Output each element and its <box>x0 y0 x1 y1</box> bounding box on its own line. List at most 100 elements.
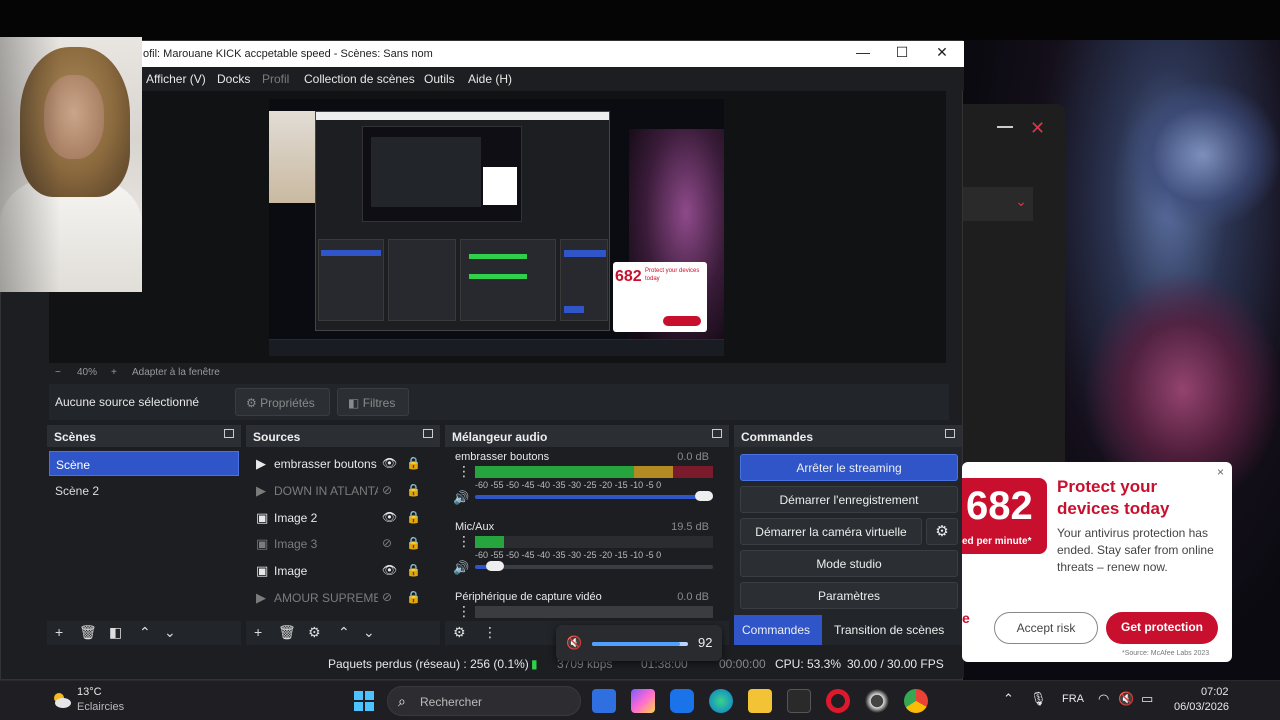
lock-icon[interactable]: 🔒 <box>406 510 421 524</box>
get-protection-button[interactable]: Get protection <box>1106 612 1218 644</box>
chevron-up-icon[interactable]: ⌃ <box>139 624 151 641</box>
weather-icon[interactable] <box>50 689 72 711</box>
scene-item[interactable]: Scène 2 <box>49 478 239 503</box>
microphone-icon[interactable]: 🎙 <box>1030 691 1047 707</box>
chevron-up-icon[interactable]: ⌃ <box>1003 691 1014 707</box>
menu-tools[interactable]: Outils <box>424 72 455 86</box>
start-recording-button[interactable]: Démarrer l'enregistrement <box>740 486 958 513</box>
lock-icon[interactable]: 🔒 <box>406 536 421 550</box>
stop-streaming-button[interactable]: Arrêter le streaming <box>740 454 958 481</box>
gear-icon[interactable]: ⚙ <box>453 624 466 641</box>
system-volume-slider[interactable] <box>592 642 688 646</box>
gear-icon[interactable]: ⚙ <box>308 624 321 641</box>
background-window[interactable]: ✕ ⌄ <box>963 104 1065 464</box>
battery-icon[interactable]: ▭ <box>1141 691 1153 707</box>
file-explorer-icon[interactable] <box>748 689 772 713</box>
opera-icon[interactable] <box>826 689 850 713</box>
tab-scene-transitions[interactable]: Transition de scènes <box>826 615 962 645</box>
speaker-icon[interactable]: 🔊 <box>453 560 469 576</box>
weather-temp[interactable]: 13°C <box>77 686 102 698</box>
chrome-icon[interactable] <box>904 689 928 713</box>
minimize-button[interactable]: — <box>843 44 883 60</box>
bg-close-icon[interactable]: ✕ <box>1030 118 1045 139</box>
trash-icon[interactable]: 🗑 <box>278 624 296 641</box>
scene-item[interactable]: Scène <box>49 451 239 476</box>
tab-commands[interactable]: Commandes <box>734 615 822 645</box>
weather-desc[interactable]: Eclaircies <box>77 701 124 713</box>
stocks-icon[interactable] <box>787 689 811 713</box>
accept-risk-button[interactable]: Accept risk <box>994 612 1098 644</box>
volume-slider[interactable] <box>475 491 713 501</box>
copilot-icon[interactable] <box>631 689 655 713</box>
lock-icon[interactable]: 🔒 <box>406 456 421 470</box>
slider-knob[interactable] <box>485 561 504 571</box>
chevron-down-icon[interactable]: ⌄ <box>363 624 375 641</box>
source-item[interactable]: ▣ Image 👁 🔒 <box>246 558 426 584</box>
source-item[interactable]: ▶ AMOUR SUPREME ⊘ 🔒 <box>246 585 426 611</box>
source-item[interactable]: ▣ Image 3 ⊘ 🔒 <box>246 531 426 557</box>
speaker-mute-icon[interactable]: 🔇 <box>1118 691 1134 707</box>
close-button[interactable]: ✕ <box>922 44 962 61</box>
source-item[interactable]: ▣ Image 2 👁 🔒 <box>246 505 426 531</box>
slider-knob[interactable] <box>695 491 713 501</box>
chevron-up-icon[interactable]: ⌃ <box>338 624 350 641</box>
maximize-button[interactable]: ☐ <box>882 44 922 61</box>
undock-icon[interactable] <box>423 429 433 438</box>
undock-icon[interactable] <box>945 429 955 438</box>
wifi-icon[interactable]: ◠ <box>1098 691 1109 707</box>
menu-help[interactable]: Aide (H) <box>468 72 512 86</box>
outlook-icon[interactable] <box>670 689 694 713</box>
lock-icon[interactable]: 🔒 <box>406 590 421 604</box>
eye-icon[interactable]: 👁 <box>382 563 397 577</box>
filters-button[interactable]: ◧ Filtres <box>337 388 409 416</box>
eye-hidden-icon[interactable]: ⊘ <box>382 483 392 497</box>
trash-icon[interactable]: 🗑 <box>79 624 97 641</box>
studio-mode-button[interactable]: Mode studio <box>740 550 958 577</box>
lock-icon[interactable]: 🔒 <box>406 563 421 577</box>
obs-icon[interactable] <box>865 689 889 713</box>
eye-hidden-icon[interactable]: ⊘ <box>382 536 392 550</box>
language-indicator[interactable]: FRA <box>1062 693 1084 705</box>
taskbar-search[interactable]: ⌕ Rechercher <box>387 686 581 716</box>
more-icon[interactable]: ⋮ <box>457 534 471 548</box>
start-virtual-camera-button[interactable]: Démarrer la caméra virtuelle <box>740 518 922 545</box>
eye-icon[interactable]: 👁 <box>382 510 397 524</box>
close-icon[interactable]: × <box>1217 465 1224 479</box>
filter-icon[interactable]: ◧ <box>109 624 122 641</box>
undock-icon[interactable] <box>224 429 234 438</box>
more-icon[interactable]: ⋮ <box>457 464 471 478</box>
clock-date[interactable]: 06/03/2026 <box>1174 701 1229 713</box>
more-icon[interactable]: ⋮ <box>483 624 497 641</box>
lock-icon[interactable]: 🔒 <box>406 483 421 497</box>
virtual-camera-settings-button[interactable]: ⚙ <box>926 518 958 545</box>
speaker-icon[interactable]: 🔊 <box>453 490 469 506</box>
menu-profile[interactable]: Profil <box>262 72 289 86</box>
windows-start-icon[interactable] <box>352 689 376 713</box>
menu-docks[interactable]: Docks <box>217 72 250 86</box>
edge-icon[interactable] <box>709 689 733 713</box>
bg-minimize-icon[interactable] <box>997 126 1013 128</box>
bg-dropdown[interactable]: ⌄ <box>963 187 1033 221</box>
source-item[interactable]: ▶ embrasser boutons 👁 🔒 <box>246 451 426 477</box>
menu-view[interactable]: Afficher (V) <box>146 72 206 86</box>
app-icon-1[interactable] <box>592 689 616 713</box>
title-bar[interactable]: ofil: Marouane KICK accpetable speed - S… <box>1 41 964 67</box>
chevron-down-icon[interactable]: ⌄ <box>164 624 176 641</box>
zoom-in-button[interactable]: + <box>111 367 117 378</box>
fit-window-button[interactable]: Adapter à la fenêtre <box>132 367 220 378</box>
source-item[interactable]: ▶ DOWN IN ATLANTA ⊘ 🔒 <box>246 478 426 504</box>
more-icon[interactable]: ⋮ <box>457 604 471 618</box>
properties-button[interactable]: ⚙ Propriétés <box>235 388 330 416</box>
zoom-out-button[interactable]: − <box>55 367 61 378</box>
undock-icon[interactable] <box>712 429 722 438</box>
add-icon[interactable]: + <box>55 624 63 640</box>
add-icon[interactable]: + <box>254 624 262 640</box>
volume-slider[interactable] <box>475 561 713 571</box>
threat-subtext: ed per minute* <box>962 536 1032 547</box>
eye-icon[interactable]: 👁 <box>382 456 397 470</box>
clock-time[interactable]: 07:02 <box>1201 686 1229 698</box>
eye-hidden-icon[interactable]: ⊘ <box>382 590 392 604</box>
speaker-mute-icon[interactable]: 🔇 <box>566 635 582 651</box>
settings-button[interactable]: Paramètres <box>740 582 958 609</box>
menu-scene-collection[interactable]: Collection de scènes <box>304 72 415 86</box>
